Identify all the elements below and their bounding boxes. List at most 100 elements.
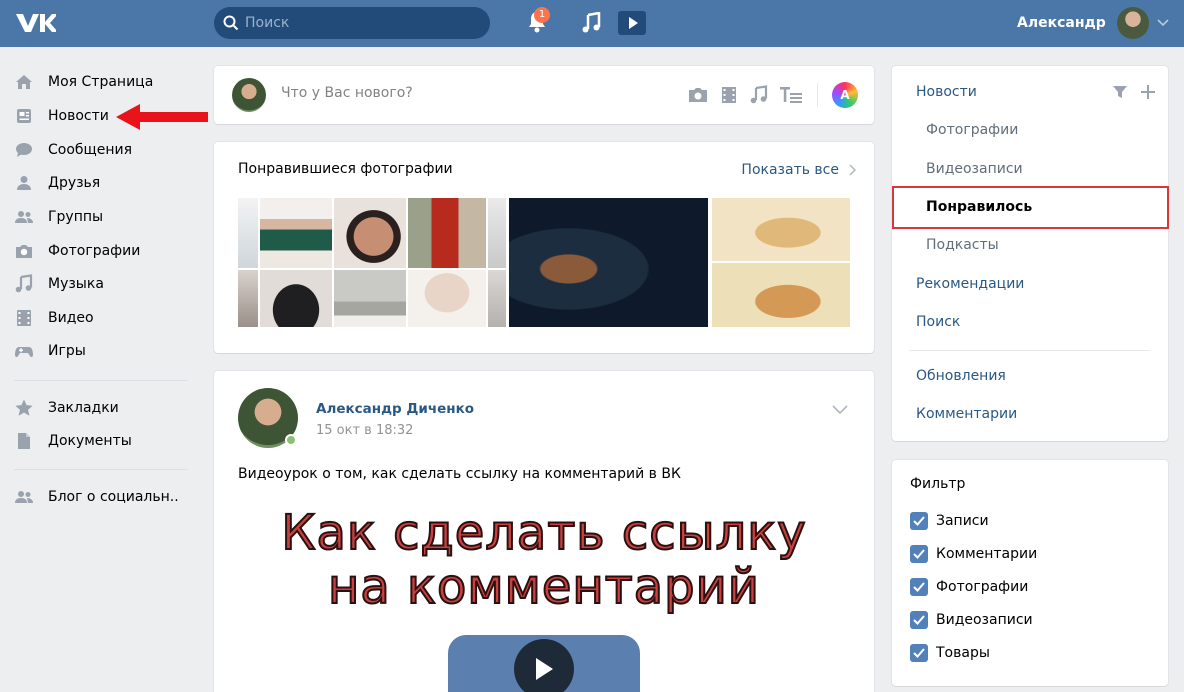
- notification-badge: 1: [534, 7, 550, 23]
- nav-item-documents[interactable]: Документы: [14, 425, 132, 457]
- checkbox-checked-icon[interactable]: [910, 512, 928, 530]
- menu-item-search[interactable]: Поиск: [916, 314, 960, 330]
- checkbox-checked-icon[interactable]: [910, 644, 928, 662]
- nav-label: Блог о социальн..: [48, 489, 179, 505]
- nav-item-bookmarks[interactable]: Закладки: [14, 392, 119, 424]
- nav-item-friends[interactable]: Друзья: [14, 167, 100, 199]
- community-icon: [15, 491, 33, 503]
- star-icon: [15, 399, 33, 416]
- checkbox-checked-icon[interactable]: [910, 578, 928, 596]
- nav-divider: [14, 469, 188, 470]
- nav-item-games[interactable]: Игры: [14, 335, 86, 367]
- menu-item-podcasts[interactable]: Подкасты: [926, 237, 999, 253]
- filter-option-posts[interactable]: Записи: [910, 512, 989, 530]
- article-icon[interactable]: [779, 85, 803, 105]
- video-icon[interactable]: [719, 85, 739, 105]
- play-button[interactable]: [514, 639, 574, 692]
- chevron-down-icon[interactable]: [832, 405, 848, 415]
- liked-photo[interactable]: [260, 270, 332, 327]
- poster-icon[interactable]: A: [832, 82, 858, 108]
- chevron-right-icon: [849, 164, 856, 176]
- liked-photos-card: Понравившиеся фотографии Показать все: [214, 142, 874, 353]
- news-filter-menu: Новости Фотографии Видеозаписи Понравило…: [892, 66, 1169, 441]
- nav-item-my-page[interactable]: Моя Страница: [14, 66, 153, 98]
- menu-item-photos[interactable]: Фотографии: [926, 122, 1018, 138]
- search-field[interactable]: [214, 7, 490, 39]
- nav-label: Друзья: [48, 175, 101, 191]
- filter-option-comments[interactable]: Комментарии: [910, 545, 1037, 563]
- liked-photo[interactable]: [408, 198, 486, 268]
- liked-photo[interactable]: [260, 198, 332, 268]
- filter-icon[interactable]: [1113, 85, 1127, 99]
- news-icon: [17, 109, 31, 123]
- filter-option-goods[interactable]: Товары: [910, 644, 990, 662]
- plus-icon[interactable]: [1141, 85, 1155, 99]
- nav-label: Закладки: [48, 400, 119, 416]
- filter-option-videos[interactable]: Видеозаписи: [910, 611, 1033, 629]
- liked-photo[interactable]: [334, 270, 406, 327]
- filter-option-label: Фотографии: [936, 579, 1029, 595]
- nav-label: Музыка: [48, 276, 104, 292]
- music-icon[interactable]: [581, 12, 601, 34]
- filter-option-label: Комментарии: [936, 546, 1038, 562]
- post-text: Видеоурок о том, как сделать ссылку на к…: [238, 466, 681, 482]
- liked-photo[interactable]: [238, 270, 258, 327]
- menu-item-liked[interactable]: Понравилось: [892, 186, 1169, 229]
- liked-photo[interactable]: [334, 198, 406, 268]
- vk-logo-icon[interactable]: [14, 11, 56, 35]
- liked-photo[interactable]: [712, 263, 850, 327]
- camera-icon: [16, 245, 32, 258]
- nav-label: Фотографии: [48, 243, 141, 259]
- checkbox-checked-icon[interactable]: [910, 545, 928, 563]
- nav-item-photos[interactable]: Фотографии: [14, 235, 140, 267]
- liked-photo[interactable]: [488, 270, 506, 327]
- camera-icon[interactable]: [687, 85, 709, 105]
- new-post-input[interactable]: Что у Вас нового?: [281, 85, 413, 101]
- menu-divider: [910, 350, 1150, 351]
- filter-option-photos[interactable]: Фотографии: [910, 578, 1028, 596]
- new-post-box: Что у Вас нового? A: [214, 66, 874, 124]
- search-input[interactable]: [245, 15, 475, 31]
- nav-label: Видео: [48, 310, 94, 326]
- liked-photo[interactable]: [712, 198, 850, 261]
- nav-item-news[interactable]: Новости: [14, 100, 109, 132]
- search-icon: [223, 15, 239, 31]
- music-icon: [15, 274, 33, 293]
- document-icon: [18, 433, 30, 449]
- nav-item-groups[interactable]: Группы: [14, 201, 103, 233]
- feed-post: Александр Диченко 15 окт в 18:32 Видеоур…: [214, 371, 874, 692]
- groups-icon: [15, 211, 33, 223]
- play-video-icon[interactable]: [618, 11, 646, 35]
- menu-item-recommendations[interactable]: Рекомендации: [916, 276, 1024, 292]
- liked-photo[interactable]: [509, 198, 708, 327]
- menu-item-videos[interactable]: Видеозаписи: [926, 161, 1023, 177]
- menu-item-updates[interactable]: Обновления: [916, 368, 1006, 384]
- menu-item-comments[interactable]: Комментарии: [916, 406, 1017, 422]
- liked-photo[interactable]: [408, 270, 486, 327]
- nav-label: Группы: [48, 209, 104, 225]
- nav-label: Сообщения: [48, 142, 133, 158]
- nav-item-messages[interactable]: Сообщения: [14, 134, 132, 166]
- top-header: 1 Александр: [0, 0, 1184, 47]
- nav-item-community[interactable]: Блог о социальн..: [14, 481, 179, 513]
- post-date[interactable]: 15 окт в 18:32: [316, 423, 413, 438]
- show-all-link[interactable]: Показать все: [741, 162, 856, 178]
- post-author-link[interactable]: Александр Диченко: [316, 401, 474, 417]
- chevron-down-icon: [1157, 19, 1169, 27]
- music-icon[interactable]: [749, 85, 769, 105]
- gamepad-icon: [15, 347, 33, 358]
- video-thumbnail[interactable]: Как сделать ссылку на комментарий: [214, 493, 874, 692]
- menu-item-news[interactable]: Новости: [916, 84, 977, 100]
- nav-item-video[interactable]: Видео: [14, 302, 94, 334]
- liked-photo[interactable]: [238, 198, 258, 268]
- user-menu[interactable]: Александр: [1017, 5, 1169, 41]
- liked-photo[interactable]: [488, 198, 506, 268]
- red-arrow-annotation: [116, 104, 208, 130]
- nav-item-music[interactable]: Музыка: [14, 268, 104, 300]
- online-indicator: [285, 434, 297, 446]
- nav-label: Игры: [48, 343, 86, 359]
- messages-icon: [16, 143, 32, 157]
- menu-item-label: Понравилось: [926, 199, 1033, 215]
- checkbox-checked-icon[interactable]: [910, 611, 928, 629]
- filter-card: Фильтр Записи Комментарии Фотографии Вид…: [892, 460, 1168, 686]
